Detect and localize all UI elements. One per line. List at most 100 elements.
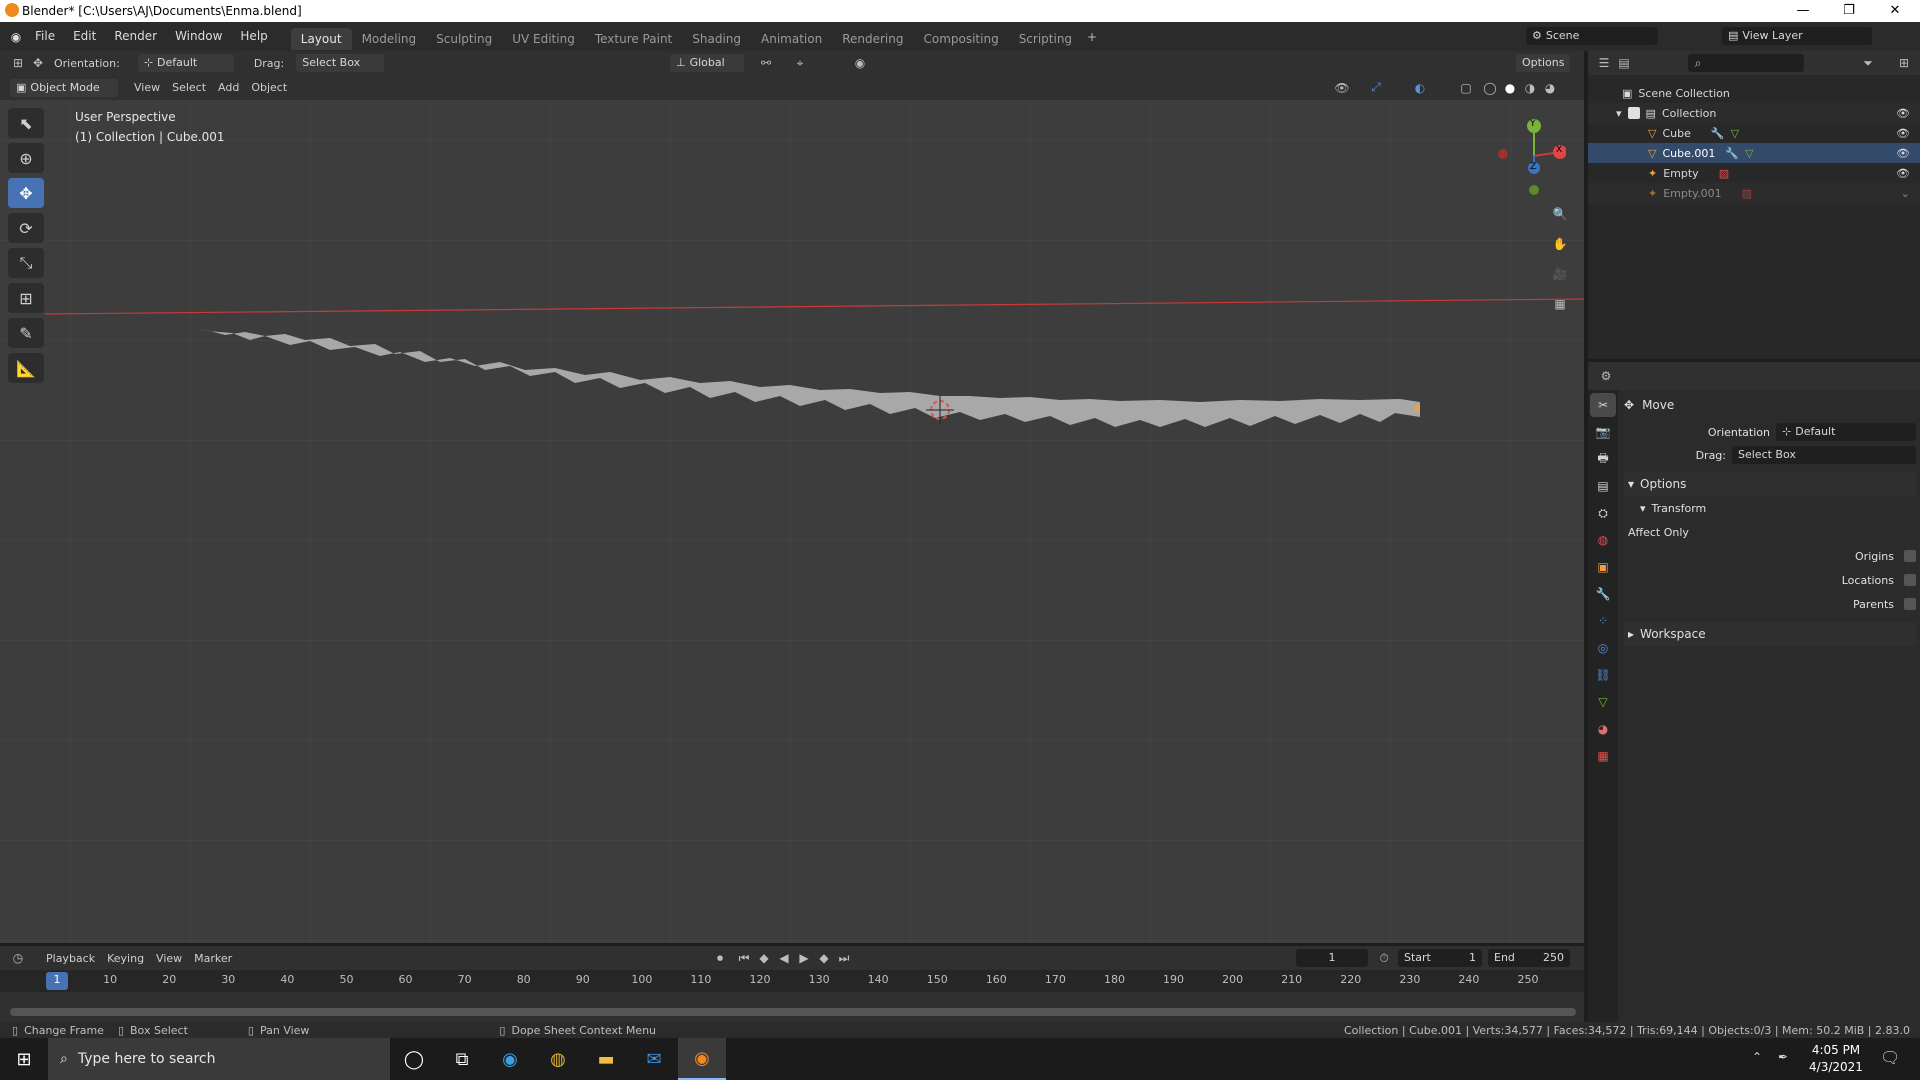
chrome-browser-icon[interactable]: ◍ xyxy=(534,1038,582,1080)
close-button[interactable]: ✕ xyxy=(1872,0,1918,22)
hidden-eye-icon[interactable]: ⌄ xyxy=(1901,187,1910,200)
properties-editor-icon[interactable]: ⚙ xyxy=(1596,366,1616,386)
collection-checkbox[interactable] xyxy=(1627,107,1640,119)
tab-compositing[interactable]: Compositing xyxy=(913,28,1008,50)
tab-sculpting[interactable]: Sculpting xyxy=(426,28,502,50)
visibility-icon[interactable]: 👁 xyxy=(1332,78,1352,98)
pan-hand-icon[interactable]: ✋ xyxy=(1550,234,1570,254)
menu-edit[interactable]: Edit xyxy=(64,22,105,51)
options-section[interactable]: ▾ Options xyxy=(1624,472,1916,496)
tab-texture[interactable]: ▦ xyxy=(1590,744,1616,768)
expand-arrow-icon[interactable]: ▾ xyxy=(1616,107,1622,120)
jump-start-icon[interactable]: ⏮ xyxy=(734,948,754,968)
task-view-icon[interactable]: ⧉ xyxy=(438,1038,486,1080)
tab-material[interactable]: ◕ xyxy=(1590,717,1616,741)
measure-tool[interactable]: 📐 xyxy=(8,353,44,383)
3d-viewport[interactable]: ⬉ ⊕ ✥ ⟳ ⤡ ⊞ ✎ 📐 User Perspective (1) Col… xyxy=(0,100,1584,943)
timeline-menu-view[interactable]: View xyxy=(150,952,188,965)
tab-world[interactable]: ◍ xyxy=(1590,528,1616,552)
snap-icon[interactable]: ⌖ xyxy=(790,53,810,73)
current-frame-field[interactable]: 1 xyxy=(1296,949,1368,967)
minimize-button[interactable]: — xyxy=(1780,0,1826,22)
next-keyframe-icon[interactable]: ◆ xyxy=(814,948,834,968)
blender-menu-icon[interactable]: ◉ xyxy=(6,27,26,47)
viewport-menu-view[interactable]: View xyxy=(128,81,166,94)
frame-ruler[interactable]: 1 10 20 30 40 50 60 70 80 90 100 110 120 130 140 150 160… xyxy=(0,970,1584,992)
zoom-icon[interactable]: 🔍 xyxy=(1550,204,1570,224)
eye-icon[interactable]: 👁 xyxy=(1896,147,1910,160)
drag-dropdown[interactable]: Select Box xyxy=(296,54,385,72)
menu-window[interactable]: Window xyxy=(166,22,231,51)
tab-constraints[interactable]: ⛓ xyxy=(1590,663,1616,687)
scene-selector[interactable]: ⚙ Scene xyxy=(1526,27,1658,45)
tab-tool[interactable]: ✂ xyxy=(1590,393,1616,417)
rotate-tool[interactable]: ⟳ xyxy=(8,213,44,243)
proportional-edit-icon[interactable]: ◉ xyxy=(850,53,870,73)
eye-icon[interactable]: 👁 xyxy=(1896,167,1910,180)
mode-dropdown[interactable]: ▣ Object Mode xyxy=(10,78,118,97)
outliner-editor-icon[interactable]: ☰ xyxy=(1594,53,1614,73)
material-shading-icon[interactable]: ◑ xyxy=(1520,78,1540,98)
edge-browser-icon[interactable]: ◉ xyxy=(486,1038,534,1080)
play-icon[interactable]: ▶ xyxy=(794,948,814,968)
camera-icon[interactable]: 🎥 xyxy=(1550,264,1570,284)
tab-output[interactable]: 🖶 xyxy=(1590,447,1616,471)
tray-chevron-icon[interactable]: ⌃ xyxy=(1752,1050,1762,1064)
scale-tool[interactable]: ⤡ xyxy=(8,248,44,278)
tab-texture-paint[interactable]: Texture Paint xyxy=(585,28,682,50)
timeline-menu-marker[interactable]: Marker xyxy=(188,952,238,965)
menu-help[interactable]: Help xyxy=(231,22,276,51)
pivot-icon[interactable]: ⚯ xyxy=(756,53,776,73)
prev-keyframe-icon[interactable]: ◆ xyxy=(754,948,774,968)
tab-modeling[interactable]: Modeling xyxy=(352,28,427,50)
gizmo-icon[interactable]: ⤢ xyxy=(1366,78,1386,98)
outliner-item-empty[interactable]: ✦ Empty ▨ 👁 xyxy=(1588,163,1920,183)
tab-scripting[interactable]: Scripting xyxy=(1009,28,1082,50)
restore-button[interactable]: ❐ xyxy=(1826,0,1872,22)
selected-mesh-object[interactable] xyxy=(196,330,1420,427)
parents-checkbox[interactable] xyxy=(1904,598,1916,610)
tab-physics[interactable]: ◎ xyxy=(1590,636,1616,660)
tab-animation[interactable]: Animation xyxy=(751,28,832,50)
tab-scene[interactable]: ⛭ xyxy=(1590,501,1616,525)
eye-icon[interactable]: 👁 xyxy=(1896,107,1910,120)
cortana-icon[interactable]: ◯ xyxy=(390,1038,438,1080)
viewport-menu-select[interactable]: Select xyxy=(166,81,212,94)
jump-end-icon[interactable]: ⏭ xyxy=(834,948,854,968)
xray-icon[interactable]: ▢ xyxy=(1456,78,1476,98)
transform-tool[interactable]: ⊞ xyxy=(8,283,44,313)
select-box-tool[interactable]: ⬉ xyxy=(8,108,44,138)
timeline-menu-playback[interactable]: Playback xyxy=(40,952,101,965)
pen-icon[interactable]: ✒ xyxy=(1778,1050,1788,1064)
transform-space-dropdown[interactable]: ⊥ Global xyxy=(670,54,744,72)
display-mode-icon[interactable]: ▤ xyxy=(1614,53,1634,73)
file-explorer-icon[interactable]: ▬ xyxy=(582,1038,630,1080)
outliner-scene-collection[interactable]: ▣ Scene Collection xyxy=(1588,83,1920,103)
filter-icon[interactable]: ⏷ xyxy=(1858,53,1878,73)
blender-taskbar-icon[interactable]: ◉ xyxy=(678,1038,726,1080)
menu-render[interactable]: Render xyxy=(105,22,166,51)
timeline-menu-keying[interactable]: Keying xyxy=(101,952,150,965)
clock-editor-icon[interactable]: ◷ xyxy=(8,948,28,968)
tab-shading[interactable]: Shading xyxy=(682,28,751,50)
viewport-menu-object[interactable]: Object xyxy=(245,81,293,94)
workspace-section[interactable]: ▸ Workspace xyxy=(1624,622,1916,646)
solid-shading-icon[interactable]: ● xyxy=(1500,78,1520,98)
menu-file[interactable]: File xyxy=(26,22,64,51)
tab-render[interactable]: 📷 xyxy=(1590,420,1616,444)
add-workspace-icon[interactable]: + xyxy=(1082,27,1102,47)
view-layer-selector[interactable]: ▤ View Layer xyxy=(1722,27,1872,45)
locations-checkbox[interactable] xyxy=(1904,574,1916,586)
mail-icon[interactable]: ✉ xyxy=(630,1038,678,1080)
timeline-scrollbar[interactable] xyxy=(10,1008,1576,1016)
outliner-collection[interactable]: ▾ ▤ Collection 👁 xyxy=(1588,103,1920,123)
rendered-shading-icon[interactable]: ◕ xyxy=(1540,78,1560,98)
clock-date[interactable]: 4/3/2021 xyxy=(1806,1060,1866,1074)
record-icon[interactable]: ⏺ xyxy=(710,948,730,968)
tab-data[interactable]: ▽ xyxy=(1590,690,1616,714)
new-collection-icon[interactable]: ⊞ xyxy=(1894,53,1914,73)
overlay-icon[interactable]: ◐ xyxy=(1410,78,1430,98)
editor-type-icon[interactable]: ⊞ xyxy=(8,53,28,73)
tab-modifiers[interactable]: 🔧 xyxy=(1590,582,1616,606)
tab-object[interactable]: ▣ xyxy=(1590,555,1616,579)
